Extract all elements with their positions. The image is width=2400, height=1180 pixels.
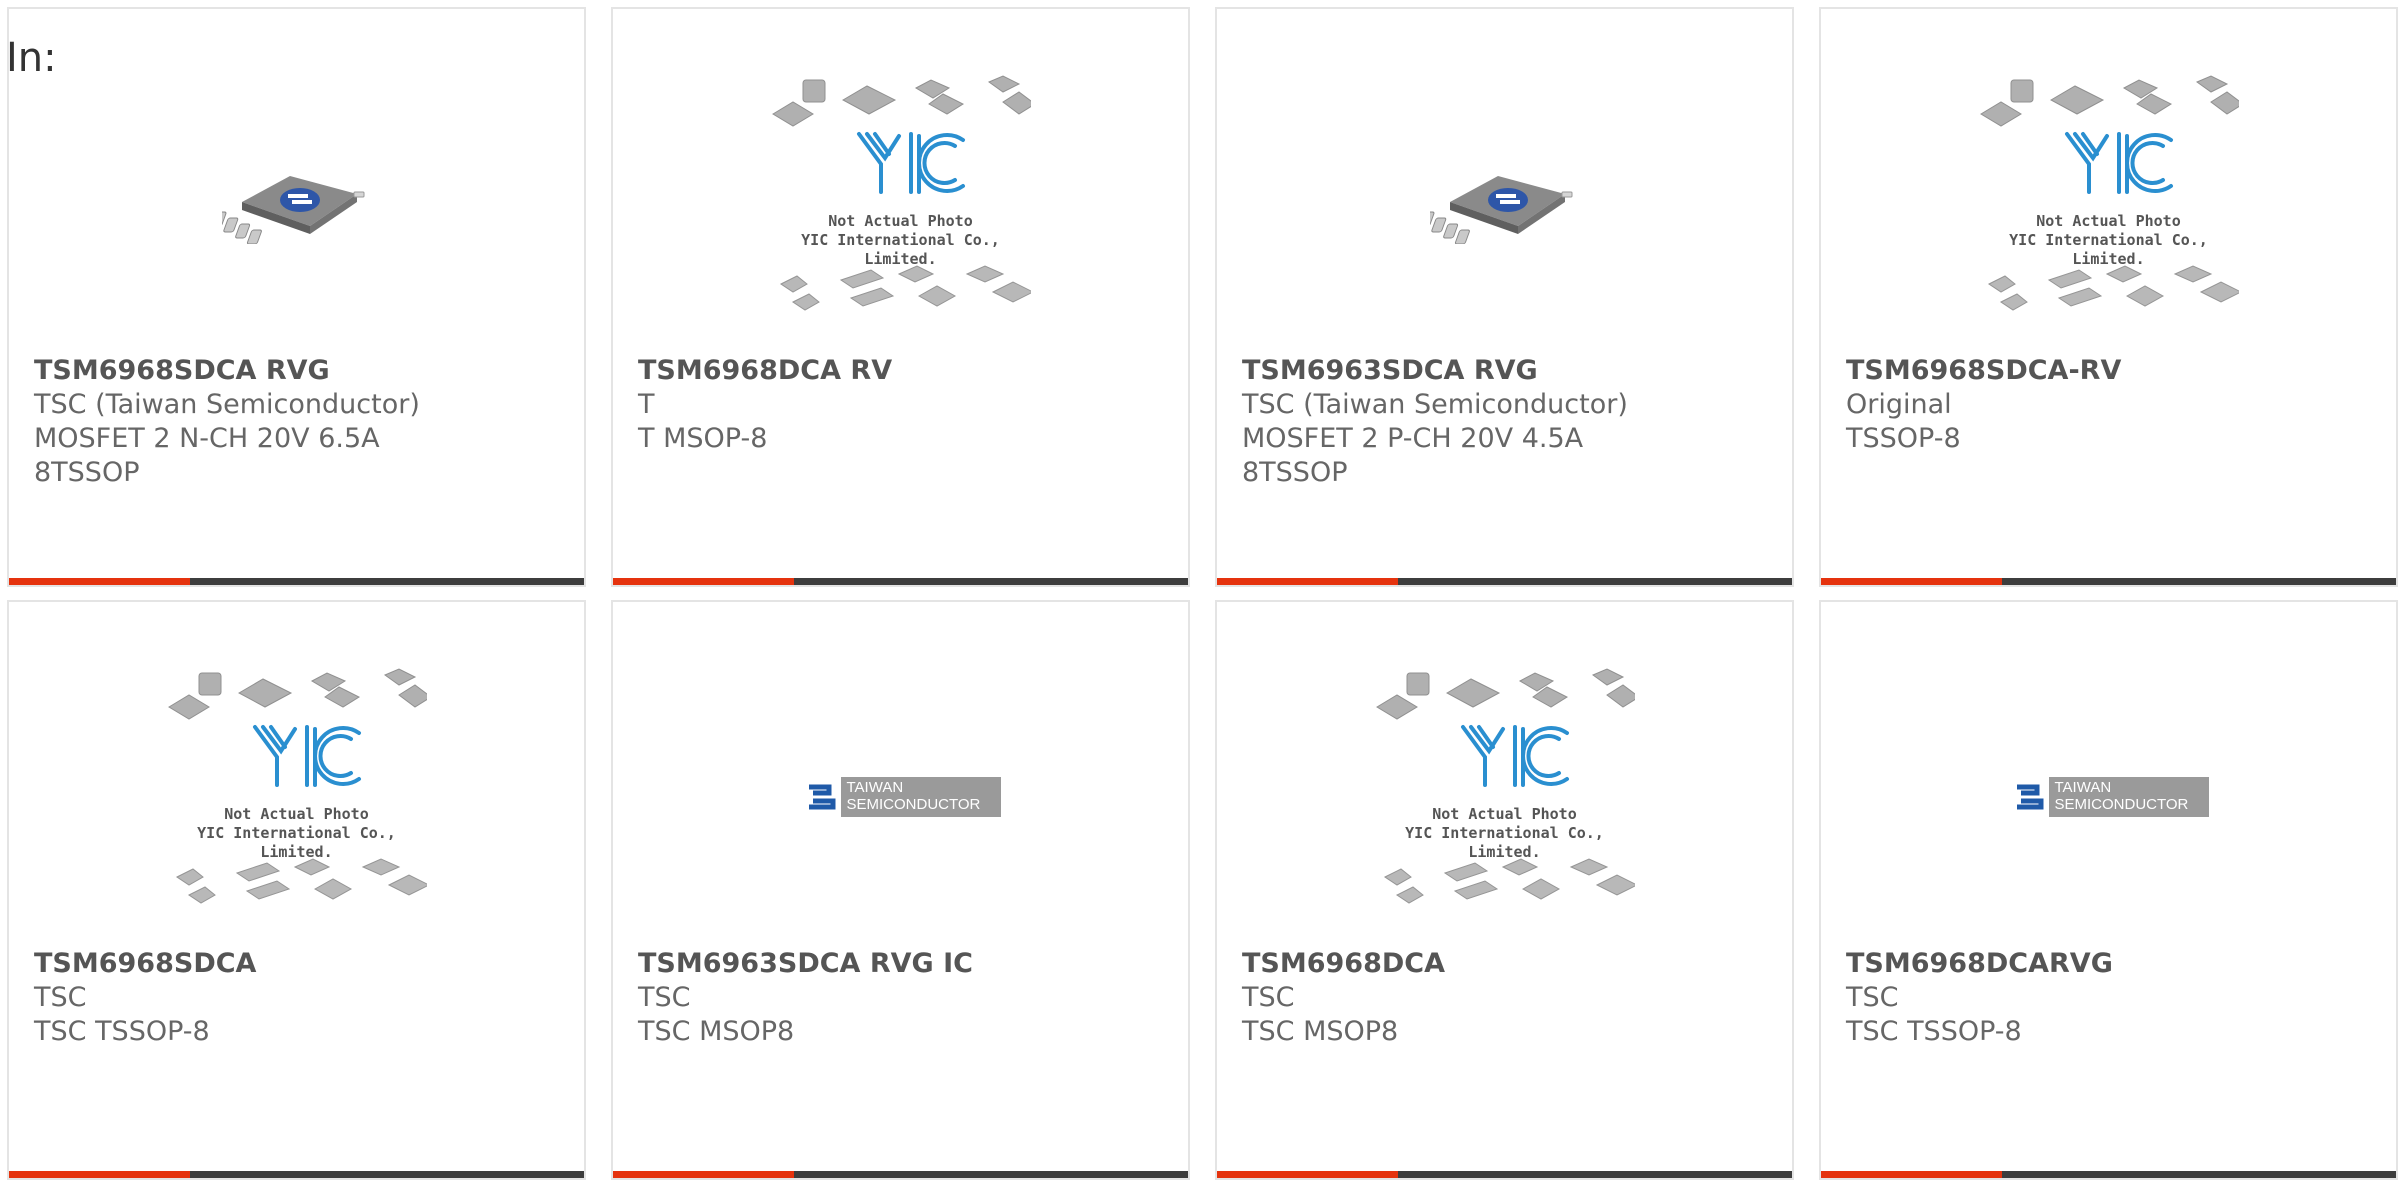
product-card[interactable]: Not Actual Photo YIC International Co., … <box>611 7 1190 587</box>
product-image[interactable]: Not Actual Photo YIC International Co., … <box>1821 59 2396 349</box>
product-image[interactable]: Not Actual Photo YIC International Co., … <box>9 652 584 942</box>
card-bar <box>613 1171 1188 1178</box>
placeholder-line2: YIC International Co., Limited. <box>1405 824 1604 861</box>
logo-line1: TAIWAN <box>846 779 904 796</box>
card-bar-accent <box>1821 1171 2002 1178</box>
product-card[interactable]: Not Actual Photo YIC International Co., … <box>1215 600 1794 1180</box>
product-image[interactable]: Not Actual Photo YIC International Co., … <box>613 59 1188 349</box>
product-name[interactable]: TSM6963SDCA RVG <box>1242 354 1772 388</box>
not-actual-photo-placeholder: Not Actual Photo YIC International Co., … <box>1375 667 1635 927</box>
product-manufacturer: TSC <box>1242 982 1295 1013</box>
chip-icon <box>222 164 372 244</box>
product-description: MOSFET 2 P-CH 20V 4.5A 8TSSOP <box>1242 423 1584 488</box>
product-card[interactable]: TSM6968SDCA RVG TSC (Taiwan Semiconducto… <box>7 7 586 587</box>
chip-icon <box>1430 164 1580 244</box>
logo-line2: SEMICONDUCTOR <box>2054 796 2189 813</box>
product-info: TSM6963SDCA RVG TSC (Taiwan Semiconducto… <box>1242 354 1772 490</box>
product-image[interactable]: TAIWAN SEMICONDUCTOR <box>613 652 1188 942</box>
placeholder-line2: YIC International Co., Limited. <box>801 231 1000 268</box>
product-image[interactable] <box>9 59 584 349</box>
product-description: TSC MSOP8 <box>638 1016 795 1047</box>
yic-logo-icon <box>1979 74 2239 334</box>
card-bar-accent <box>1821 578 2002 585</box>
product-info: TSM6968SDCA RVG TSC (Taiwan Semiconducto… <box>34 354 564 490</box>
product-card[interactable]: TAIWAN SEMICONDUCTOR TSM6963SDCA RVG IC … <box>611 600 1190 1180</box>
card-bar-accent <box>613 578 794 585</box>
product-manufacturer: TSC <box>638 982 691 1013</box>
product-name[interactable]: TSM6968DCA <box>1242 947 1772 981</box>
product-name[interactable]: TSM6968SDCA <box>34 947 564 981</box>
card-bar <box>1217 1171 1792 1178</box>
logo-line1: TAIWAN <box>2054 779 2112 796</box>
product-description: TSC TSSOP-8 <box>34 1016 210 1047</box>
card-bar <box>1217 578 1792 585</box>
placeholder-line2: YIC International Co., Limited. <box>2009 231 2208 268</box>
taiwan-semiconductor-logo: TAIWAN SEMICONDUCTOR <box>801 777 1001 817</box>
placeholder-line2: YIC International Co., Limited. <box>197 824 396 861</box>
product-card[interactable]: Not Actual Photo YIC International Co., … <box>7 600 586 1180</box>
placeholder-line1: Not Actual Photo <box>828 212 973 230</box>
product-info: TSM6968DCA TSC TSC MSOP8 <box>1242 947 1772 1049</box>
product-info: TSM6968DCARVG TSC TSC TSSOP-8 <box>1846 947 2376 1049</box>
card-bar-accent <box>9 578 190 585</box>
card-bar <box>1821 1171 2396 1178</box>
product-name[interactable]: TSM6968DCARVG <box>1846 947 2376 981</box>
product-description: TSSOP-8 <box>1846 423 1961 454</box>
product-image[interactable]: TAIWAN SEMICONDUCTOR <box>1821 652 2396 942</box>
product-name[interactable]: TSM6968SDCA RVG <box>34 354 564 388</box>
in-label: In: <box>6 35 57 81</box>
product-card[interactable]: TAIWAN SEMICONDUCTOR TSM6968DCARVG TSC T… <box>1819 600 2398 1180</box>
yic-logo-icon <box>1375 667 1635 927</box>
product-image[interactable] <box>1217 59 1792 349</box>
not-actual-photo-placeholder: Not Actual Photo YIC International Co., … <box>167 667 427 927</box>
yic-logo-icon <box>771 74 1031 334</box>
card-bar-accent <box>1217 1171 1398 1178</box>
product-grid: TSM6968SDCA RVG TSC (Taiwan Semiconducto… <box>7 7 2398 1180</box>
product-manufacturer: TSC (Taiwan Semiconductor) <box>1242 389 1628 420</box>
product-card[interactable]: TSM6963SDCA RVG TSC (Taiwan Semiconducto… <box>1215 7 1794 587</box>
product-info: TSM6963SDCA RVG IC TSC TSC MSOP8 <box>638 947 1168 1049</box>
product-manufacturer: TSC <box>1846 982 1899 1013</box>
card-bar <box>613 578 1188 585</box>
card-bar-accent <box>9 1171 190 1178</box>
not-actual-photo-placeholder: Not Actual Photo YIC International Co., … <box>771 74 1031 334</box>
product-manufacturer: TSC (Taiwan Semiconductor) <box>34 389 420 420</box>
card-bar-accent <box>1217 578 1398 585</box>
not-actual-photo-placeholder: Not Actual Photo YIC International Co., … <box>1979 74 2239 334</box>
product-description: TSC TSSOP-8 <box>1846 1016 2022 1047</box>
product-card[interactable]: Not Actual Photo YIC International Co., … <box>1819 7 2398 587</box>
logo-line2: SEMICONDUCTOR <box>846 796 981 813</box>
card-bar-accent <box>613 1171 794 1178</box>
product-manufacturer: TSC <box>34 982 87 1013</box>
product-image[interactable]: Not Actual Photo YIC International Co., … <box>1217 652 1792 942</box>
card-bar <box>1821 578 2396 585</box>
product-info: TSM6968SDCA-RV Original TSSOP-8 <box>1846 354 2376 456</box>
product-name[interactable]: TSM6963SDCA RVG IC <box>638 947 1168 981</box>
product-manufacturer: Original <box>1846 389 1952 420</box>
product-description: MOSFET 2 N-CH 20V 6.5A 8TSSOP <box>34 423 380 488</box>
yic-logo-icon <box>167 667 427 927</box>
product-description: TSC MSOP8 <box>1242 1016 1399 1047</box>
taiwan-semiconductor-logo: TAIWAN SEMICONDUCTOR <box>2009 777 2209 817</box>
placeholder-line1: Not Actual Photo <box>2036 212 2181 230</box>
product-name[interactable]: TSM6968DCA RV <box>638 354 1168 388</box>
placeholder-line1: Not Actual Photo <box>224 805 369 823</box>
product-manufacturer: T <box>638 389 655 420</box>
product-description: T MSOP-8 <box>638 423 768 454</box>
product-name[interactable]: TSM6968SDCA-RV <box>1846 354 2376 388</box>
product-info: TSM6968DCA RV T T MSOP-8 <box>638 354 1168 456</box>
card-bar <box>9 1171 584 1178</box>
placeholder-line1: Not Actual Photo <box>1432 805 1577 823</box>
product-info: TSM6968SDCA TSC TSC TSSOP-8 <box>34 947 564 1049</box>
card-bar <box>9 578 584 585</box>
